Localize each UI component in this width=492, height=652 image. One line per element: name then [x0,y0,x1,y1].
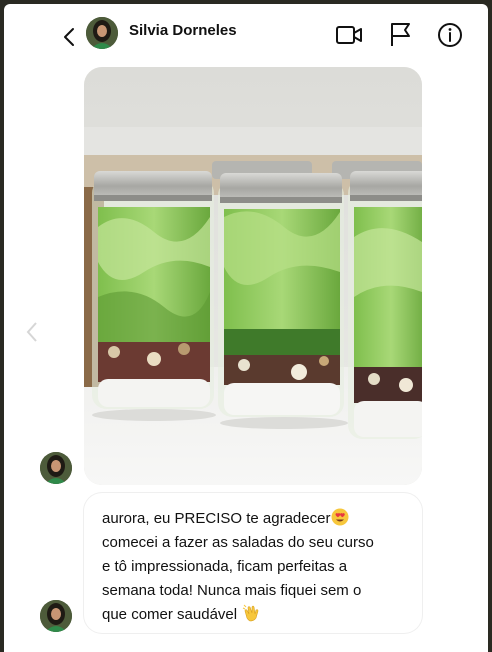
message-line: semana toda! Nunca mais fiquei sem o [102,582,362,599]
info-icon [438,23,462,47]
avatar[interactable] [40,600,72,632]
message-line: e tô impressionada, ficam perfeitas a [102,558,348,575]
video-call-button[interactable] [334,20,364,50]
chevron-left-icon [26,322,37,342]
message-line: comecei a fazer as saladas do seu curso [102,534,374,551]
message-line: que comer saudável [102,603,420,627]
previous-arrow[interactable] [22,317,42,347]
chat-header: Silvia Dorneles [4,4,488,66]
avatar[interactable] [40,452,72,484]
video-call-icon [336,26,362,44]
contact-name[interactable]: Silvia Dorneles [129,22,237,39]
back-button[interactable] [58,22,80,52]
report-button[interactable] [385,20,415,50]
message-line: aurora, eu PRECISO te agradecer [102,507,420,531]
message-bubble[interactable]: aurora, eu PRECISO te agradecer comecei … [84,493,422,633]
message-text: aurora, eu PRECISO te agradecer comecei … [102,507,420,627]
heart-eyes-emoji-icon [331,508,349,526]
clapping-hands-emoji-icon [243,604,259,622]
back-chevron-icon [64,28,74,46]
avatar[interactable] [86,17,118,49]
chat-window: Silvia Dorneles aurora, eu PRECISO te ag… [4,4,488,652]
shared-photo[interactable] [84,67,422,485]
flag-icon [391,23,410,46]
info-button[interactable] [435,20,465,50]
salad-jars-photo [84,67,422,485]
